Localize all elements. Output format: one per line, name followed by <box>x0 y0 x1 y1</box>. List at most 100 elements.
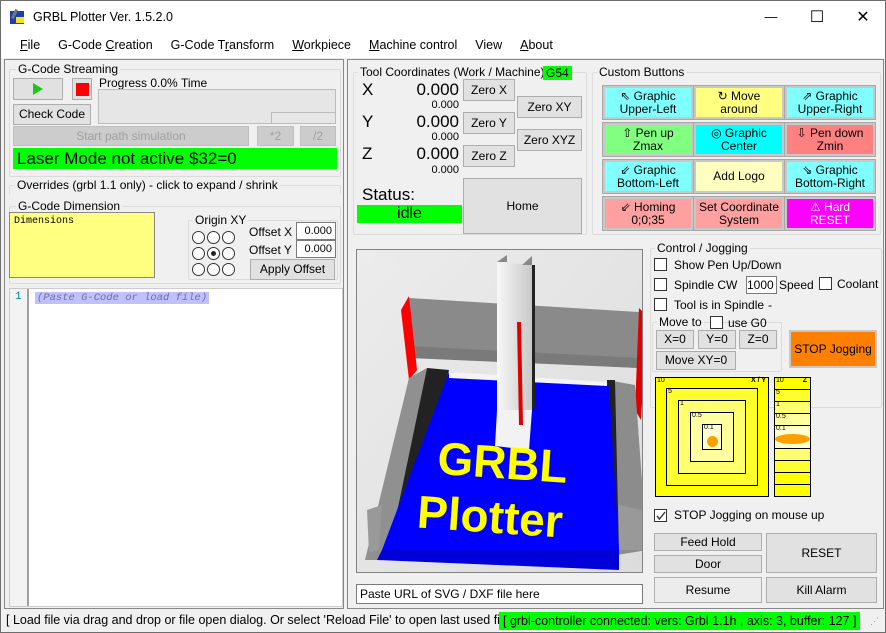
overrides-title[interactable]: Overrides (grbl 1.1 only) - click to exp… <box>15 178 280 192</box>
sim-speed-down-button[interactable]: /2 <box>300 126 336 146</box>
jog-z-step-5[interactable] <box>775 449 810 461</box>
axis-y-machine: 0.000 <box>431 131 459 143</box>
custom-button-12[interactable]: ⚠ Hard RESET <box>784 196 876 231</box>
stop-on-mouse-up-checkbox[interactable] <box>654 509 667 522</box>
jog-z-step-7[interactable] <box>775 473 810 485</box>
svg-url-input[interactable]: Paste URL of SVG / DXF file here <box>356 584 643 604</box>
spindle-speed-input[interactable]: 1000 <box>746 276 777 294</box>
gcode-dimension-title: G-Code Dimension <box>16 199 123 213</box>
custom-button-label: ⇗ Graphic Upper-Right <box>797 88 863 116</box>
custom-button-5[interactable]: ◎ Graphic Center <box>693 122 785 157</box>
machine-3d-preview[interactable]: GRBL Plotter <box>356 249 643 573</box>
axis-z-work: 0.000 <box>416 144 459 163</box>
custom-button-label: ⇩ Pen down Zmin <box>796 125 864 153</box>
close-button[interactable]: ✕ <box>840 1 886 32</box>
overrides-group[interactable]: Overrides (grbl 1.1 only) - click to exp… <box>9 178 341 195</box>
coolant-label: Coolant <box>837 277 879 291</box>
jog-xy-pad[interactable]: 10 5 1 0.5 0.1 X / Y <box>655 377 769 497</box>
menu-file[interactable]: File <box>11 38 49 52</box>
status-message: [ Load file via drag and drop or file op… <box>6 613 521 627</box>
offset-y-input[interactable]: 0.000 <box>296 240 336 258</box>
custom-button-11[interactable]: Set Coordinate System <box>693 196 785 231</box>
custom-button-label: Set Coordinate System <box>698 199 780 227</box>
tool-in-spindle-checkbox[interactable] <box>654 298 667 311</box>
stop-on-mouse-up-label: STOP Jogging on mouse up <box>674 508 825 522</box>
menu-about[interactable]: About <box>511 38 562 52</box>
menu-gcode-transform[interactable]: G-Code Transform <box>162 38 284 52</box>
show-pen-checkbox[interactable] <box>654 258 667 271</box>
custom-button-9[interactable]: ⇘ Graphic Bottom-Right <box>784 159 876 194</box>
zero-xyz-button[interactable]: Zero XYZ <box>517 129 582 151</box>
kill-alarm-button[interactable]: Kill Alarm <box>766 577 877 603</box>
resume-button[interactable]: Resume <box>654 577 762 603</box>
move-xy0-button[interactable]: Move XY=0 <box>656 351 736 370</box>
custom-button-label: ↻ Move around <box>717 88 761 116</box>
start-streaming-button[interactable] <box>13 78 63 100</box>
jog-step-label: 5 <box>776 389 780 396</box>
custom-button-2[interactable]: ↻ Move around <box>693 85 785 120</box>
jog-z-step-1[interactable]: 5 <box>775 389 810 402</box>
control-jogging-title: Control / Jogging <box>655 241 750 255</box>
origin-radio-1[interactable] <box>207 231 220 244</box>
spindle-cw-checkbox[interactable] <box>654 278 667 291</box>
origin-radio-3[interactable] <box>192 247 205 260</box>
status-bar: [ Load file via drag and drop or file op… <box>1 610 885 632</box>
zero-y-button[interactable]: Zero Y <box>463 112 515 134</box>
menu-machine-control[interactable]: Machine control <box>360 38 466 52</box>
stop-icon <box>75 82 89 96</box>
stop-jogging-button[interactable]: STOP Jogging <box>789 330 877 368</box>
gcode-editor[interactable]: 1 (Paste G-Code or load file) <box>9 288 343 607</box>
jog-z-pad[interactable]: 10 5 1 0.5 0.1 Z <box>774 377 811 497</box>
stop-streaming-button[interactable] <box>72 78 92 100</box>
custom-button-1[interactable]: ⇖ Graphic Upper-Left <box>602 85 694 120</box>
menu-view[interactable]: View <box>466 38 511 52</box>
origin-radio-8[interactable] <box>222 263 235 276</box>
minimize-button[interactable]: — <box>748 1 794 32</box>
move-y0-button[interactable]: Y=0 <box>698 330 736 349</box>
check-code-button[interactable]: Check Code <box>13 104 91 125</box>
main-window: GRBL Plotter Ver. 1.5.2.0 — ☐ ✕ File G-C… <box>0 0 886 633</box>
origin-radio-7[interactable] <box>207 263 220 276</box>
maximize-button[interactable]: ☐ <box>794 1 840 32</box>
use-g0-checkbox[interactable] <box>710 316 723 329</box>
feed-hold-button[interactable]: Feed Hold <box>654 533 762 551</box>
start-path-simulation-button[interactable]: Start path simulation <box>13 126 249 146</box>
custom-button-7[interactable]: ⇙ Graphic Bottom-Left <box>602 159 694 194</box>
jog-step-label: 10 <box>776 377 784 384</box>
speed-label: Speed <box>779 278 814 292</box>
zero-z-button[interactable]: Zero Z <box>463 145 515 167</box>
axis-z-machine: 0.000 <box>431 164 459 176</box>
zero-xy-button[interactable]: Zero XY <box>517 96 582 118</box>
resize-grip-icon[interactable]: ⋰ <box>870 616 879 627</box>
origin-radio-4[interactable] <box>207 247 220 260</box>
home-button[interactable]: Home <box>463 178 582 234</box>
tool-coordinates-title: Tool Coordinates (Work / Machine) <box>358 65 547 79</box>
custom-button-10[interactable]: ⇙ Homing 0;0;35 <box>602 196 694 231</box>
sim-speed-up-button[interactable]: *2 <box>257 126 294 146</box>
door-button[interactable]: Door <box>654 555 762 573</box>
menu-workpiece[interactable]: Workpiece <box>283 38 360 52</box>
custom-button-3[interactable]: ⇗ Graphic Upper-Right <box>784 85 876 120</box>
move-z0-button[interactable]: Z=0 <box>739 330 777 349</box>
dimensions-textbox[interactable]: Dimensions <box>9 212 155 278</box>
origin-radio-0[interactable] <box>192 231 205 244</box>
zero-x-button[interactable]: Zero X <box>463 79 515 101</box>
move-x0-button[interactable]: X=0 <box>656 330 694 349</box>
apply-offset-button[interactable]: Apply Offset <box>250 259 335 280</box>
coolant-checkbox[interactable] <box>819 277 832 290</box>
jog-xy-label: X / Y <box>750 377 766 384</box>
origin-radio-2[interactable] <box>222 231 235 244</box>
jog-z-step-6[interactable] <box>775 461 810 473</box>
origin-radio-6[interactable] <box>192 263 205 276</box>
axis-y-work: 0.000 <box>416 112 459 131</box>
origin-radio-5[interactable] <box>222 247 235 260</box>
custom-button-4[interactable]: ⇧ Pen up Zmax <box>602 122 694 157</box>
tool-in-spindle-label: Tool is in Spindle <box>674 298 765 312</box>
close-icon: ✕ <box>856 8 870 26</box>
menu-gcode-creation[interactable]: G-Code Creation <box>49 38 162 52</box>
window-title: GRBL Plotter Ver. 1.5.2.0 <box>33 9 173 24</box>
offset-x-input[interactable]: 0.000 <box>296 222 336 240</box>
custom-button-6[interactable]: ⇩ Pen down Zmin <box>784 122 876 157</box>
custom-button-8[interactable]: Add Logo <box>693 159 785 194</box>
reset-button[interactable]: RESET <box>766 533 877 573</box>
